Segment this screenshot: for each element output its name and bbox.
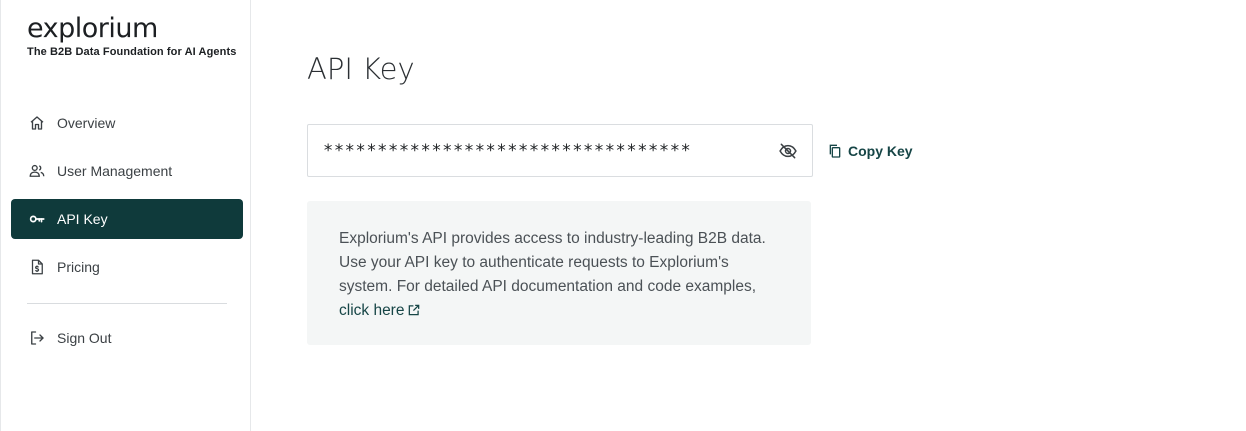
external-link-icon <box>407 301 421 316</box>
api-key-value[interactable]: ********************************** <box>323 141 776 161</box>
sidebar-item-api-key[interactable]: API Key <box>11 199 243 239</box>
sign-out-label: Sign Out <box>57 330 112 346</box>
brand-tagline: The B2B Data Foundation for AI Agents <box>27 46 237 58</box>
users-icon <box>28 162 46 180</box>
page-title: API Key <box>307 52 415 86</box>
sidebar-item-pricing[interactable]: Pricing <box>11 247 243 287</box>
eye-off-icon[interactable] <box>776 139 800 163</box>
documentation-link-label: click here <box>339 302 405 319</box>
key-icon <box>28 210 46 228</box>
sidebar-item-overview[interactable]: Overview <box>11 103 243 143</box>
sidebar-item-label: Pricing <box>57 259 100 275</box>
api-info-description: Explorium's API provides access to indus… <box>339 230 766 295</box>
copy-key-label: Copy Key <box>848 143 913 159</box>
documentation-link[interactable]: click here <box>339 302 421 319</box>
sidebar-item-label: Overview <box>57 115 116 131</box>
sidebar-item-label: API Key <box>57 211 108 227</box>
home-icon <box>28 114 46 132</box>
sidebar-item-user-management[interactable]: User Management <box>11 151 243 191</box>
copy-key-button[interactable]: Copy Key <box>827 140 913 162</box>
api-info-text: Explorium's API provides access to indus… <box>339 227 779 323</box>
api-info-box: Explorium's API provides access to indus… <box>307 201 811 345</box>
copy-icon <box>827 143 843 159</box>
sidebar-nav: Overview User Management API Key Pricing <box>11 103 243 295</box>
logo[interactable]: explorium <box>27 14 236 44</box>
api-key-field[interactable]: ********************************** <box>307 124 813 177</box>
pricing-document-icon <box>28 258 46 276</box>
sign-out-icon <box>28 329 46 347</box>
brand: explorium The B2B Data Foundation for AI… <box>27 14 237 59</box>
sidebar: explorium The B2B Data Foundation for AI… <box>0 0 251 431</box>
sign-out-button[interactable]: Sign Out <box>11 318 243 358</box>
sidebar-divider <box>27 303 227 304</box>
sidebar-item-label: User Management <box>57 163 173 179</box>
signout-container: Sign Out <box>11 318 243 366</box>
